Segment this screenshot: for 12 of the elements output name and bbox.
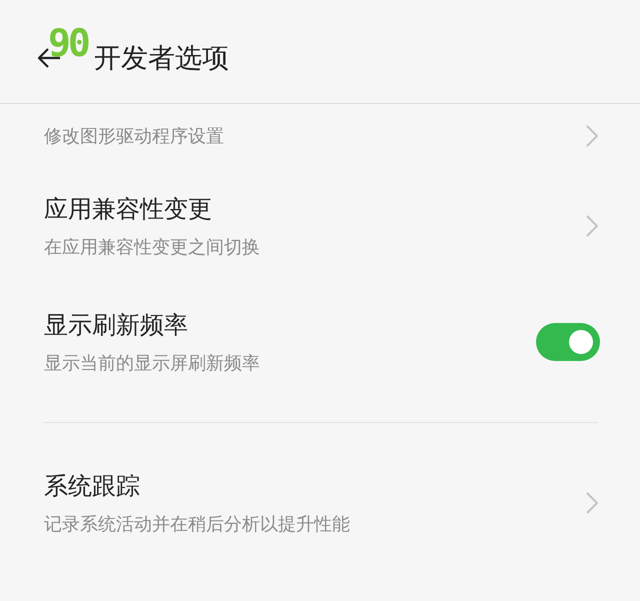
setting-description: 记录系统活动并在稍后分析以提升性能 (44, 513, 351, 536)
refresh-rate-overlay: 90 (48, 24, 88, 62)
settings-row[interactable]: 应用兼容性变更 在应用兼容性变更之间切换 (0, 168, 640, 284)
setting-description: 在应用兼容性变更之间切换 (44, 236, 261, 259)
setting-description: 修改图形驱动程序设置 (44, 125, 225, 148)
setting-description: 显示当前的显示屏刷新频率 (44, 352, 261, 375)
setting-title: 系统跟踪 (44, 471, 141, 502)
setting-title: 显示刷新频率 (44, 310, 189, 341)
settings-row[interactable]: 系统跟踪 记录系统活动并在稍后分析以提升性能 (0, 445, 640, 561)
setting-title: 应用兼容性变更 (44, 194, 213, 225)
page-title: 开发者选项 (94, 42, 229, 76)
settings-row[interactable]: 显示刷新频率 显示当前的显示屏刷新频率 (0, 284, 640, 400)
